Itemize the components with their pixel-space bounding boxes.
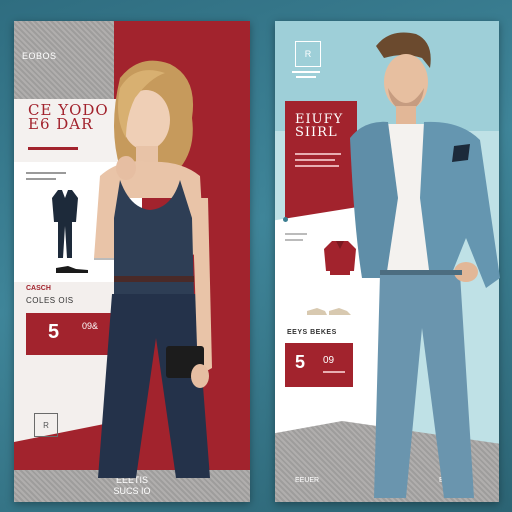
banner-footer: EEETIS SUCS IO (113, 475, 151, 496)
text-line (285, 239, 303, 241)
woman-model-image (94, 60, 212, 478)
bullet-dot (283, 217, 288, 222)
text-line (26, 178, 56, 180)
text-line (295, 159, 335, 161)
promo-subtitle: COLES OIS (26, 296, 74, 305)
logo-square-icon: R (295, 41, 321, 67)
logo-glyph: R (43, 420, 49, 430)
headline-panel: EIUFY SIIRL (285, 101, 357, 221)
shoes-icon (307, 308, 351, 315)
offer-number: 5 (48, 321, 60, 343)
text-line (323, 371, 345, 373)
logo-square-icon: R (34, 413, 58, 437)
headline-underline (28, 147, 78, 150)
text-line (295, 165, 339, 167)
promo-label: EEYS BEKES (287, 329, 337, 336)
promo-label: CASCH (26, 285, 51, 292)
suit-icon (52, 190, 78, 258)
offer-number: 5 (295, 352, 306, 372)
offer-text: 09 (323, 355, 335, 366)
footer-left-text: EEUER (295, 477, 320, 484)
offer-box[interactable]: 5 09 (285, 343, 353, 387)
text-line (26, 172, 66, 174)
logo-glyph: R (304, 49, 312, 59)
banner-headline: EIUFY SIIRL (295, 112, 344, 140)
brand-label: EOBOS (22, 51, 57, 61)
man-model-image (350, 32, 500, 498)
logo-caption-lines (292, 71, 322, 78)
text-line (285, 233, 307, 235)
text-line (295, 153, 341, 155)
